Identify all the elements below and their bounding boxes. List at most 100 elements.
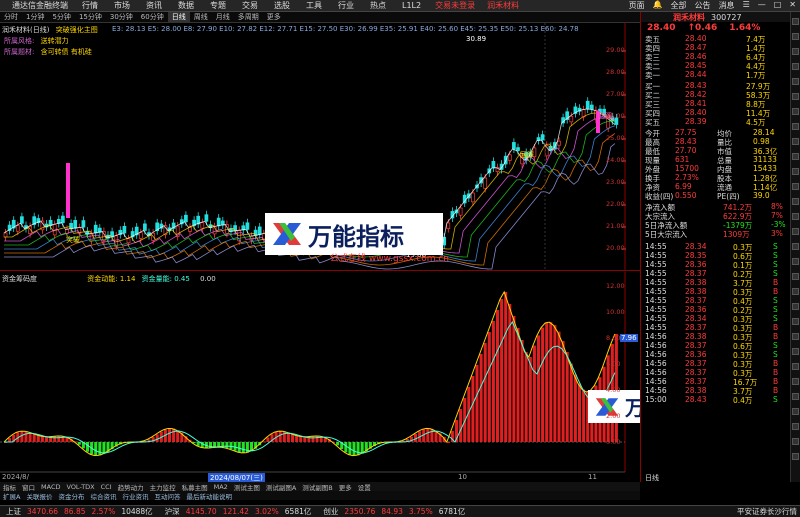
indicator-canvas[interactable] — [0, 272, 640, 482]
sidebar-tool-icon[interactable] — [792, 108, 799, 115]
sidebar-tool-icon[interactable] — [792, 123, 799, 130]
menu-item-l1l2[interactable]: L1L2 — [394, 1, 429, 10]
info-tab-6[interactable]: 最后新动能说明 — [183, 491, 235, 501]
main-kline-chart[interactable]: 润禾材料(日线) 突破强化主图 E3: 28.13 E5: 28.00 E8: … — [0, 23, 640, 271]
sidebar-tool-icon[interactable] — [792, 408, 799, 415]
right-sidebar[interactable] — [790, 12, 800, 482]
all-button[interactable]: 全部 — [667, 0, 691, 11]
indicator-tab-8[interactable]: MA2 — [211, 483, 231, 491]
y-tick-label: 23.00 — [606, 178, 625, 186]
sidebar-tool-icon[interactable] — [792, 423, 799, 430]
period-tab-monthly[interactable]: 月线 — [212, 12, 234, 22]
tick-row-cell: S — [773, 341, 778, 350]
tick-row-cell: 14:56 — [645, 332, 667, 341]
period-tab-30m[interactable]: 30分钟 — [106, 12, 137, 22]
sidebar-tool-icon[interactable] — [792, 273, 799, 280]
sidebar-tool-icon[interactable] — [792, 243, 799, 250]
chart-formula-name[interactable]: 突破强化主图 — [56, 26, 98, 34]
period-tab-multi[interactable]: 多周期 — [234, 12, 263, 22]
stat-row-cell: 27.75 — [675, 128, 697, 137]
period-tab-more[interactable]: 更多 — [263, 12, 285, 22]
sidebar-tool-icon[interactable] — [792, 33, 799, 40]
sidebar-tool-icon[interactable] — [792, 333, 799, 340]
sidebar-tool-icon[interactable] — [792, 18, 799, 25]
sidebar-tool-icon[interactable] — [792, 138, 799, 145]
indicator-tab-3[interactable]: VOL-TDX — [63, 483, 97, 491]
info-tab-4[interactable]: 行业资讯 — [119, 491, 151, 501]
period-tab-15m[interactable]: 15分钟 — [75, 12, 106, 22]
menu-item-market[interactable]: 市场 — [106, 0, 138, 11]
sidebar-tool-icon[interactable] — [792, 48, 799, 55]
message-button[interactable]: 消息 — [715, 0, 739, 11]
index-quote-1[interactable]: 沪深 4145.70 121.42 3.02% 6581亿 — [159, 506, 318, 517]
indicator-tab-12[interactable]: 更多 — [336, 482, 355, 492]
period-tab-5m[interactable]: 5分钟 — [48, 12, 74, 22]
index-quote-2[interactable]: 创业 2350.76 84.93 3.75% 6781亿 — [317, 506, 471, 517]
sidebar-tool-icon[interactable] — [792, 348, 799, 355]
sidebar-tool-icon[interactable] — [792, 78, 799, 85]
sidebar-tool-icon[interactable] — [792, 393, 799, 400]
menu-item-quotes[interactable]: 行情 — [74, 0, 106, 11]
menu-item-industry[interactable]: 行业 — [330, 0, 362, 11]
sidebar-tool-icon[interactable] — [792, 288, 799, 295]
menu-item-tools[interactable]: 工具 — [298, 0, 330, 11]
menu-item-topics[interactable]: 专题 — [202, 0, 234, 11]
sub-indicator-chart[interactable]: 资金筹码度 资金动能: 1.14 资金量能: 0.45 0.00 7.96 万能… — [0, 272, 713, 483]
panel-footer-label[interactable]: 日线 — [645, 473, 659, 483]
index-quote-0[interactable]: 上证 3470.66 86.85 2.57% 10488亿 — [0, 506, 159, 517]
menu-item-data[interactable]: 数据 — [170, 0, 202, 11]
stock-name-alert[interactable]: 润禾材料 — [481, 0, 525, 11]
menu-icon[interactable]: ☰ — [739, 0, 754, 11]
period-tab-weekly[interactable]: 周线 — [190, 12, 212, 22]
page-button[interactable]: 页面 — [625, 0, 649, 11]
notice-button[interactable]: 公告 — [691, 0, 715, 11]
sidebar-tool-icon[interactable] — [792, 153, 799, 160]
sidebar-tool-icon[interactable] — [792, 303, 799, 310]
indicator-tab-4[interactable]: CCI — [98, 483, 115, 491]
sidebar-tool-icon[interactable] — [792, 438, 799, 445]
bell-icon[interactable]: 🔔 — [649, 0, 667, 11]
info-tab-2[interactable]: 资金分布 — [55, 491, 87, 501]
menu-item-news[interactable]: 资讯 — [138, 0, 170, 11]
sidebar-tool-icon[interactable] — [792, 378, 799, 385]
trade-login-alert[interactable]: 交易未登录 — [429, 0, 481, 11]
maximize-icon[interactable]: □ — [770, 0, 786, 11]
sidebar-tool-icon[interactable] — [792, 318, 799, 325]
sidebar-tool-icon[interactable] — [792, 228, 799, 235]
indicator-tab-10[interactable]: 测试副图A — [263, 482, 299, 492]
watermark-main: 万能指标 — [265, 213, 443, 255]
period-tab-1m[interactable]: 1分钟 — [22, 12, 48, 22]
sidebar-tool-icon[interactable] — [792, 453, 799, 460]
indicator-tab-11[interactable]: 测试副图B — [299, 482, 335, 492]
tick-row-cell: 14:55 — [645, 242, 667, 251]
sidebar-tool-icon[interactable] — [792, 63, 799, 70]
period-tab-daily[interactable]: 日线 — [167, 12, 190, 22]
index-value: 121.42 — [222, 507, 249, 516]
sub-indicator-title[interactable]: 资金筹码度 — [2, 275, 37, 283]
tick-row: 14:56 28.37 0.3万 B — [641, 368, 791, 378]
indicator-tab-13[interactable]: 设置 — [355, 482, 374, 492]
info-tab-3[interactable]: 综合资讯 — [87, 491, 119, 501]
sidebar-tool-icon[interactable] — [792, 183, 799, 190]
menu-item-screener[interactable]: 选股 — [266, 0, 298, 11]
sidebar-tool-icon[interactable] — [792, 168, 799, 175]
indicator-tab-2[interactable]: MACD — [38, 483, 63, 491]
info-tab-1[interactable]: 关联报价 — [23, 491, 55, 501]
tick-row-cell: B — [773, 377, 779, 386]
menu-item-trade[interactable]: 交易 — [234, 0, 266, 11]
sidebar-tool-icon[interactable] — [792, 213, 799, 220]
info-tab-0[interactable]: 扩展A — [0, 491, 23, 501]
period-tab-intraday[interactable]: 分时 — [0, 12, 22, 22]
sidebar-tool-icon[interactable] — [792, 258, 799, 265]
close-icon[interactable]: ✕ — [785, 0, 800, 11]
sidebar-tool-icon[interactable] — [792, 363, 799, 370]
period-tab-60m[interactable]: 60分钟 — [137, 12, 168, 22]
sidebar-tool-icon[interactable] — [792, 93, 799, 100]
info-tab-5[interactable]: 互动问答 — [151, 491, 183, 501]
stat-row-cell: 15700 — [675, 164, 699, 173]
indicator-tab-9[interactable]: 测试主图 — [231, 482, 263, 492]
minimize-icon[interactable]: — — [754, 0, 770, 11]
menu-item-hot[interactable]: 热点 — [362, 0, 394, 11]
tick-row-cell: 28.37 — [685, 269, 707, 278]
sidebar-tool-icon[interactable] — [792, 198, 799, 205]
